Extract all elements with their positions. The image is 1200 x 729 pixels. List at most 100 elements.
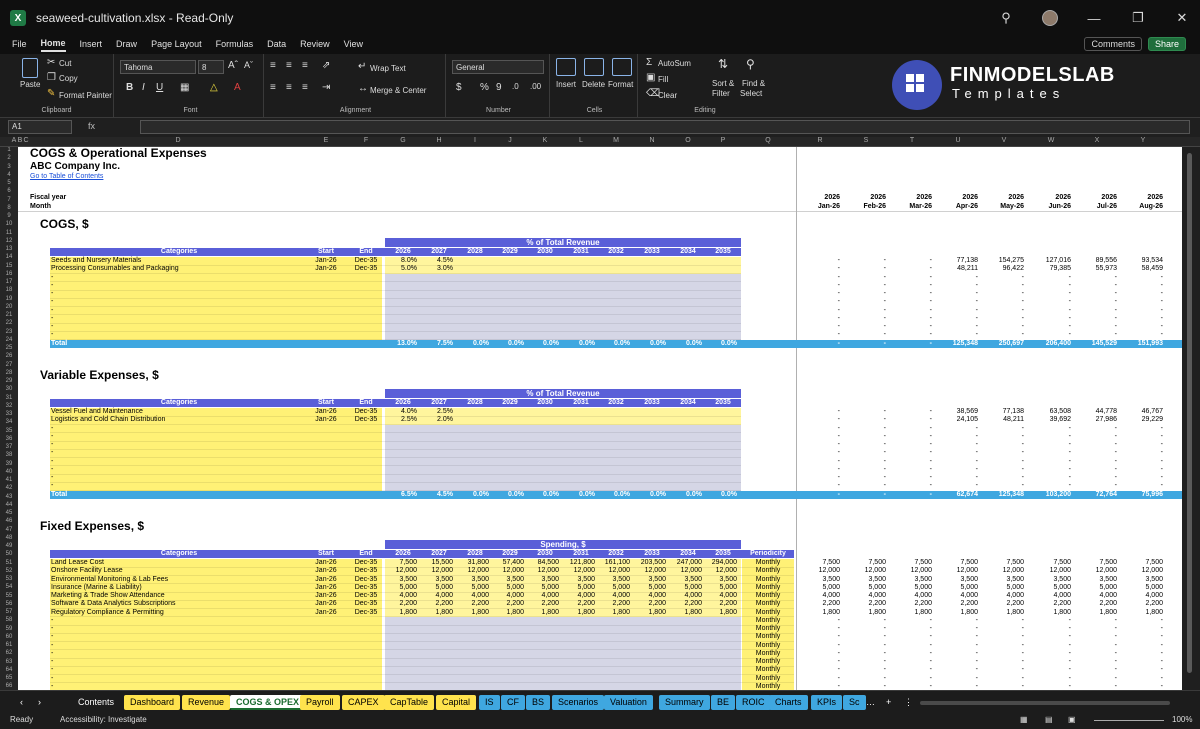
font-size-select[interactable]: 8: [198, 60, 224, 74]
row-header[interactable]: 59: [0, 626, 18, 632]
tab-formulas[interactable]: Formulas: [216, 39, 254, 51]
decrease-font-icon[interactable]: Aˇ: [244, 60, 253, 70]
column-header-s[interactable]: S: [860, 137, 872, 144]
spend-value[interactable]: 4,000: [565, 592, 595, 600]
spend-value[interactable]: 2,200: [565, 600, 595, 608]
start-date[interactable]: Jan-26: [310, 567, 342, 575]
add-sheet-icon[interactable]: +: [880, 695, 897, 710]
periodicity-value[interactable]: Monthly: [742, 683, 794, 690]
category-name[interactable]: -: [51, 315, 53, 323]
category-name[interactable]: Insurance (Marine & Liability): [51, 584, 142, 592]
align-right-icon[interactable]: ≡: [302, 82, 308, 93]
font-color-icon[interactable]: A: [234, 82, 241, 93]
row-header[interactable]: 65: [0, 675, 18, 681]
tab-review[interactable]: Review: [300, 39, 330, 51]
spend-value[interactable]: 15,500: [423, 559, 453, 567]
spend-value[interactable]: 3,500: [423, 576, 453, 584]
spend-value[interactable]: 1,800: [672, 609, 702, 617]
spend-value[interactable]: 247,000: [672, 559, 702, 567]
spend-value[interactable]: 1,800: [459, 609, 489, 617]
start-date[interactable]: Jan-26: [310, 576, 342, 584]
restore-icon[interactable]: ❐: [1130, 10, 1146, 26]
indent-icon[interactable]: ⇥: [322, 82, 330, 93]
spend-value[interactable]: 4,000: [672, 592, 702, 600]
category-name[interactable]: -: [51, 290, 53, 298]
copy-icon[interactable]: ❐: [47, 72, 56, 83]
spend-value[interactable]: 4,000: [494, 592, 524, 600]
filter-label[interactable]: Filter: [712, 89, 730, 98]
end-date[interactable]: Dec-35: [350, 576, 382, 584]
spend-value[interactable]: 121,800: [565, 559, 595, 567]
currency-icon[interactable]: $: [456, 82, 462, 93]
periodicity-value[interactable]: Monthly: [742, 592, 794, 600]
spend-value[interactable]: 5,000: [565, 584, 595, 592]
category-name[interactable]: -: [51, 441, 53, 449]
column-header-w[interactable]: W: [1045, 137, 1057, 144]
column-header-t[interactable]: T: [906, 137, 918, 144]
spend-value[interactable]: 84,500: [529, 559, 559, 567]
row-header[interactable]: 38: [0, 452, 18, 458]
spend-value[interactable]: 4,000: [423, 592, 453, 600]
underline-icon[interactable]: U: [156, 82, 163, 93]
column-header-n[interactable]: N: [646, 137, 658, 144]
row-header[interactable]: 7: [0, 197, 18, 203]
row-header[interactable]: 15: [0, 263, 18, 269]
spend-value[interactable]: 5,000: [494, 584, 524, 592]
spend-value[interactable]: 161,100: [600, 559, 630, 567]
next-sheet-icon[interactable]: ›: [32, 695, 47, 710]
start-date[interactable]: Jan-26: [310, 408, 342, 416]
category-name[interactable]: Software & Data Analytics Subscriptions: [51, 600, 176, 608]
pct-value[interactable]: 2.5%: [423, 408, 453, 416]
spend-value[interactable]: 12,000: [387, 567, 417, 575]
fill-button[interactable]: Fill: [658, 75, 668, 84]
spend-value[interactable]: 12,000: [565, 567, 595, 575]
row-header[interactable]: 30: [0, 386, 18, 392]
category-name[interactable]: -: [51, 331, 53, 339]
worksheet[interactable]: COGS & Operational Expenses ABC Company …: [18, 147, 1182, 690]
column-header-o[interactable]: O: [682, 137, 694, 144]
column-header-c[interactable]: C: [20, 137, 32, 144]
sheet-tab-capex[interactable]: CAPEX: [342, 695, 385, 710]
spend-value[interactable]: 3,500: [600, 576, 630, 584]
row-header[interactable]: 41: [0, 477, 18, 483]
row-header[interactable]: 5: [0, 180, 18, 186]
spend-value[interactable]: 1,800: [565, 609, 595, 617]
row-header[interactable]: 6: [0, 188, 18, 194]
minimize-icon[interactable]: —: [1086, 11, 1102, 26]
end-date[interactable]: Dec-35: [350, 408, 382, 416]
cut-icon[interactable]: ✂: [47, 57, 55, 68]
orientation-icon[interactable]: ⇗: [322, 60, 330, 71]
row-header[interactable]: 16: [0, 271, 18, 277]
row-header[interactable]: 11: [0, 230, 18, 236]
sheet-tab-be[interactable]: BE: [711, 695, 736, 710]
row-header[interactable]: 52: [0, 568, 18, 574]
align-middle-icon[interactable]: ≡: [286, 60, 292, 71]
spend-value[interactable]: 5,000: [707, 584, 737, 592]
spend-value[interactable]: 57,400: [494, 559, 524, 567]
sheet-tab-kpis[interactable]: KPIs: [811, 695, 843, 710]
formula-input[interactable]: [140, 120, 1190, 134]
align-bottom-icon[interactable]: ≡: [302, 60, 308, 71]
category-name[interactable]: Logistics and Cold Chain Distribution: [51, 416, 165, 424]
periodicity-value[interactable]: Monthly: [742, 584, 794, 592]
spend-value[interactable]: 3,500: [707, 576, 737, 584]
periodicity-value[interactable]: Monthly: [742, 675, 794, 683]
sheet-tab-captable[interactable]: CapTable: [384, 695, 435, 710]
row-header[interactable]: 21: [0, 312, 18, 318]
category-name[interactable]: -: [51, 633, 53, 641]
start-date[interactable]: Jan-26: [310, 609, 342, 617]
spend-value[interactable]: 12,000: [600, 567, 630, 575]
format-painter-icon[interactable]: ✎: [47, 88, 55, 99]
insert-cells-icon[interactable]: [556, 58, 576, 76]
select-label[interactable]: Select: [740, 89, 762, 98]
sheet-options-icon[interactable]: ⋮: [898, 695, 919, 710]
sheet-tab-roic[interactable]: ROIC: [736, 695, 771, 710]
category-name[interactable]: Environmental Monitoring & Lab Fees: [51, 576, 168, 584]
column-header-i[interactable]: I: [469, 137, 481, 144]
row-header[interactable]: 23: [0, 329, 18, 335]
row-header[interactable]: 40: [0, 469, 18, 475]
row-header[interactable]: 50: [0, 551, 18, 557]
category-name[interactable]: Regulatory Compliance & Permitting: [51, 609, 164, 617]
row-header[interactable]: 60: [0, 634, 18, 640]
spend-value[interactable]: 12,000: [529, 567, 559, 575]
